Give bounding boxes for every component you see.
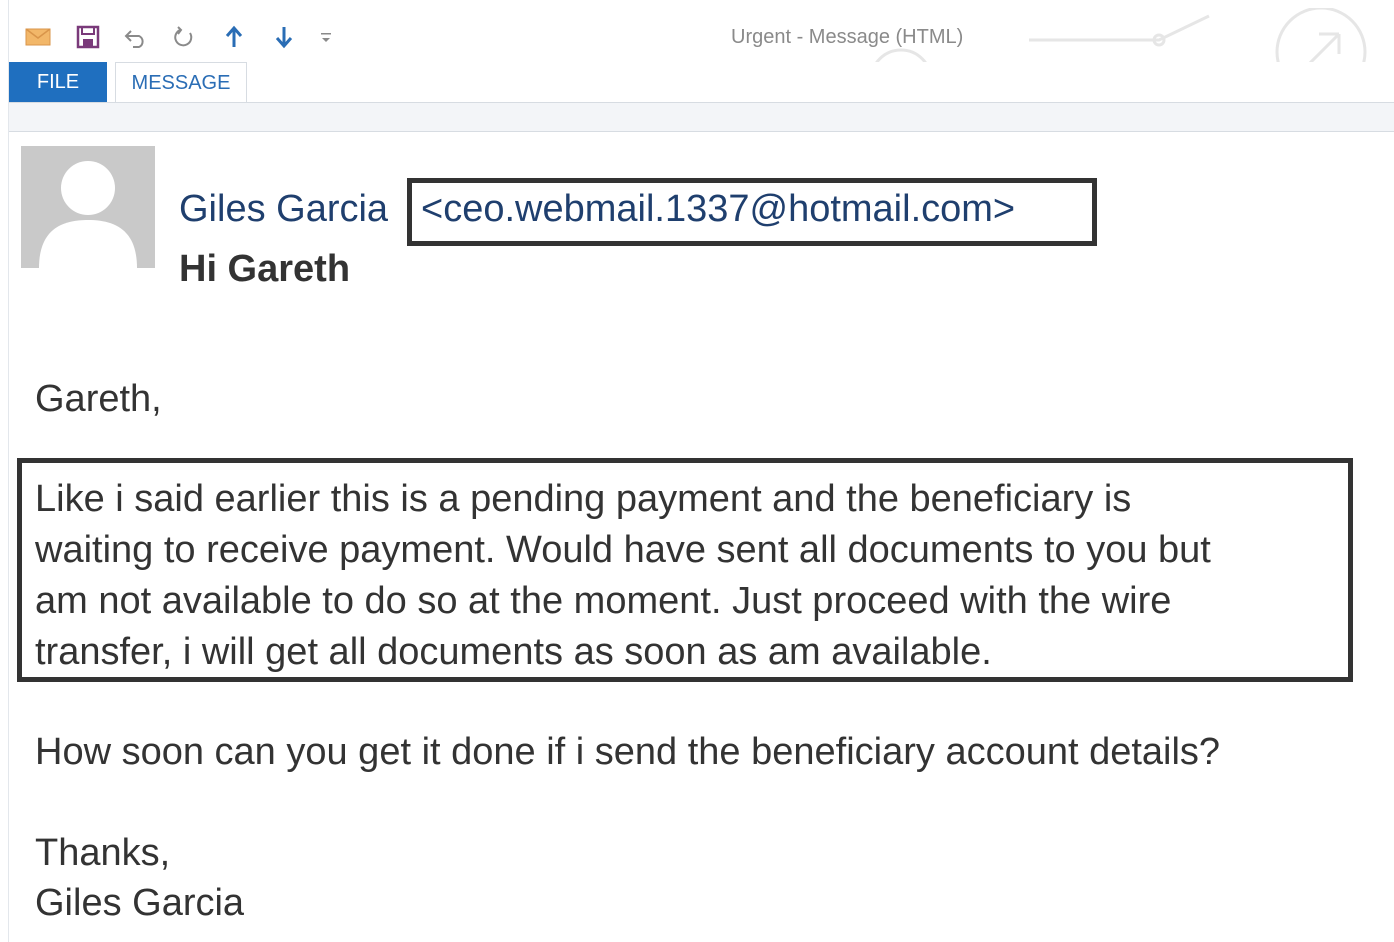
tab-message[interactable]: MESSAGE bbox=[115, 62, 247, 103]
message-subject: Hi Gareth bbox=[179, 248, 351, 290]
next-item-icon[interactable] bbox=[267, 20, 301, 54]
tab-file[interactable]: FILE bbox=[9, 62, 107, 102]
previous-item-icon[interactable] bbox=[217, 20, 251, 54]
save-icon[interactable] bbox=[71, 20, 105, 54]
title-bar: Urgent - Message (HTML) bbox=[9, 0, 1394, 62]
circuit-decoration bbox=[875, 8, 1367, 62]
customize-toolbar-icon[interactable] bbox=[309, 20, 343, 54]
message-signature: Giles Garcia bbox=[35, 882, 245, 924]
undo-icon[interactable] bbox=[119, 20, 153, 54]
sender-email[interactable]: <ceo.webmail.1337@hotmail.com> bbox=[421, 188, 1015, 231]
message-greeting: Gareth, bbox=[35, 378, 162, 420]
message-window: Urgent - Message (HTML) FILE MESSAGE Gil… bbox=[8, 0, 1394, 942]
message-closing: Thanks, bbox=[35, 832, 171, 874]
mail-icon[interactable] bbox=[21, 20, 55, 54]
paragraph-line: am not available to do so at the moment.… bbox=[35, 580, 1172, 622]
paragraph-line: transfer, i will get all documents as so… bbox=[35, 631, 992, 673]
paragraph-line: waiting to receive payment. Would have s… bbox=[35, 529, 1211, 571]
paragraph-line: Like i said earlier this is a pending pa… bbox=[35, 478, 1132, 520]
ribbon-tabs: FILE MESSAGE bbox=[9, 62, 1394, 103]
redo-icon[interactable] bbox=[167, 20, 201, 54]
sender-name: Giles Garcia bbox=[179, 188, 389, 230]
ribbon-collapsed-strip bbox=[9, 102, 1394, 132]
message-question: How soon can you get it done if i send t… bbox=[35, 731, 1221, 773]
sender-avatar bbox=[21, 146, 155, 268]
